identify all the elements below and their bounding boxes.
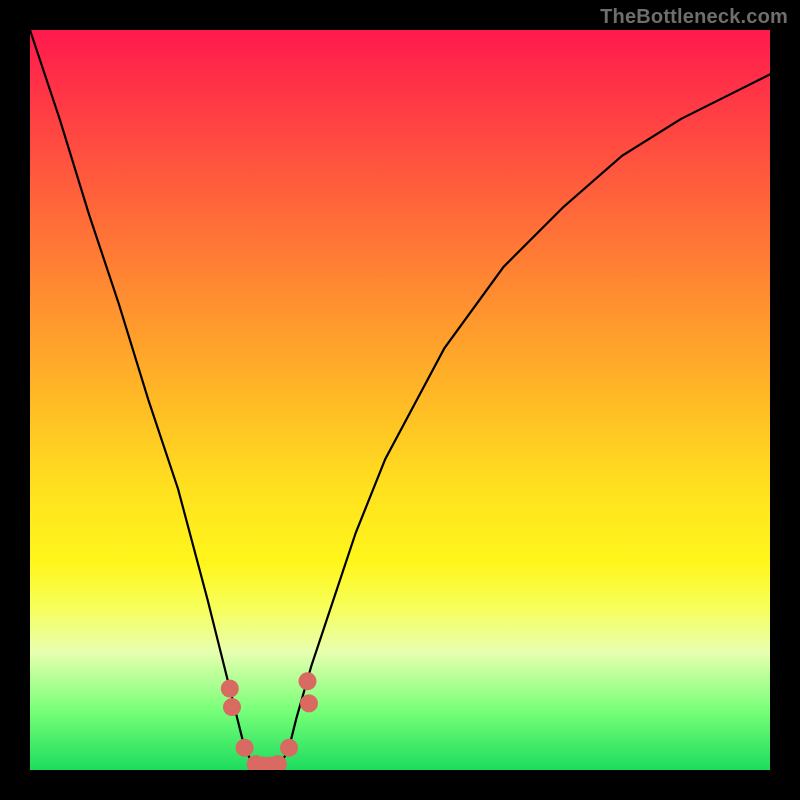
marker-group	[221, 672, 318, 770]
marker-dot	[300, 694, 318, 712]
marker-dot	[236, 739, 254, 757]
marker-dot	[221, 680, 239, 698]
watermark-text: TheBottleneck.com	[600, 6, 788, 29]
bottleneck-curve	[30, 30, 770, 770]
marker-dot	[280, 739, 298, 757]
curve-svg	[30, 30, 770, 770]
marker-dot	[223, 698, 241, 716]
plot-area	[30, 30, 770, 770]
chart-frame: TheBottleneck.com	[0, 0, 800, 800]
marker-dot	[299, 672, 317, 690]
